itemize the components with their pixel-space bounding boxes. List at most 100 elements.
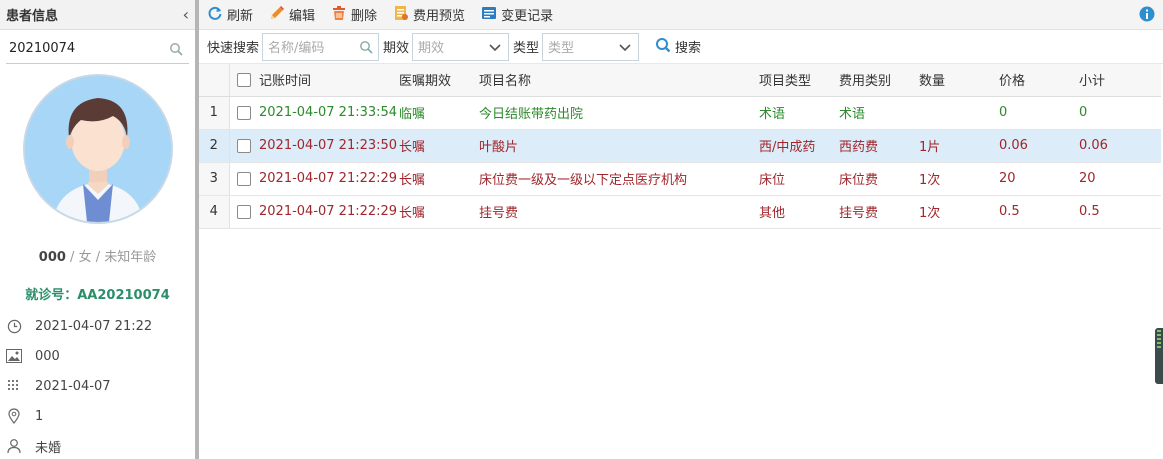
cell-time: 2021-04-07 21:22:29 xyxy=(259,162,399,196)
select-all-checkbox-cell[interactable] xyxy=(229,64,259,97)
cell-price: 0.5 xyxy=(999,195,1079,229)
pencil-icon xyxy=(269,5,289,25)
sidebar-title: 患者信息 xyxy=(6,9,59,24)
patient-sidebar: 患者信息 ‹ 20210074 000 / 女 / 未知年龄 就诊号：AA202… xyxy=(0,0,195,459)
trash-icon xyxy=(331,5,351,25)
column-header[interactable]: 医嘱期效 xyxy=(399,64,479,97)
billing-table: 记账时间 医嘱期效 项目名称 项目类型 费用类别 数量 价格 小计 1 2021… xyxy=(199,64,1161,229)
cell-qty: 1次 xyxy=(919,195,999,229)
fee-preview-label[interactable]: 费用预览 xyxy=(413,5,465,24)
cell-fee: 挂号费 xyxy=(839,195,919,229)
toolbar: 刷新 编辑 删除 费用预览 变更记录 xyxy=(199,0,1163,30)
patient-search-value[interactable]: 20210074 xyxy=(6,41,75,56)
cell-period: 长嘱 xyxy=(399,195,479,229)
chevron-down-icon[interactable] xyxy=(489,41,501,57)
info-row-admit-time: 2021-04-07 21:22 xyxy=(0,311,195,341)
row-checkbox[interactable] xyxy=(237,204,252,219)
change-log-label[interactable]: 变更记录 xyxy=(501,5,553,24)
row-number: 4 xyxy=(199,195,230,229)
cell-subtotal: 20 xyxy=(1079,162,1161,196)
filter-bar: 快速搜索 名称/编码 期效 期效 类型 类型 搜索 xyxy=(199,30,1163,64)
row-checkbox-cell[interactable] xyxy=(229,96,259,130)
visit-number: 就诊号：AA20210074 xyxy=(25,288,170,303)
clock-icon xyxy=(5,317,23,335)
refresh-label[interactable]: 刷新 xyxy=(227,5,253,24)
quick-search-placeholder[interactable]: 名称/编码 xyxy=(268,37,324,56)
row-number: 2 xyxy=(199,129,230,163)
side-scroll-handle[interactable] xyxy=(1155,328,1163,384)
period-select[interactable]: 期效 xyxy=(412,32,510,61)
patient-sex-age: / 女 / 未知年龄 xyxy=(65,250,157,265)
column-header[interactable]: 数量 xyxy=(919,64,999,97)
table-row[interactable]: 1 2021-04-07 21:33:54 临嘱 今日结账带药出院 术语 术语 … xyxy=(199,96,1161,130)
change-log-button[interactable]: 变更记录 xyxy=(481,5,553,25)
table-row[interactable]: 4 2021-04-07 21:22:29 长嘱 挂号费 其他 挂号费 1次 0… xyxy=(199,195,1161,229)
table-row[interactable]: 2 2021-04-07 21:23:50 长嘱 叶酸片 西/中成药 西药费 1… xyxy=(199,129,1161,163)
column-header[interactable]: 项目名称 xyxy=(479,64,759,97)
type-placeholder[interactable]: 类型 xyxy=(548,37,574,56)
delete-label[interactable]: 删除 xyxy=(351,5,377,24)
info-text: 2021-04-07 21:22 xyxy=(35,318,153,334)
edit-label[interactable]: 编辑 xyxy=(289,5,315,24)
info-row-photo: 000 xyxy=(0,341,195,371)
row-checkbox[interactable] xyxy=(237,171,252,186)
table-row[interactable]: 3 2021-04-07 21:22:29 长嘱 床位费一级及一级以下定点医疗机… xyxy=(199,162,1161,196)
collapse-chevron-icon[interactable]: ‹ xyxy=(183,6,189,23)
type-select[interactable]: 类型 xyxy=(542,32,640,61)
cell-price: 0.06 xyxy=(999,129,1079,163)
cell-price: 20 xyxy=(999,162,1079,196)
column-header[interactable]: 记账时间 xyxy=(259,64,399,97)
row-checkbox-cell[interactable] xyxy=(229,129,259,163)
person-icon xyxy=(5,437,23,455)
period-placeholder[interactable]: 期效 xyxy=(418,37,444,56)
cell-type: 西/中成药 xyxy=(759,129,839,163)
fee-preview-button[interactable]: 费用预览 xyxy=(393,5,465,25)
delete-button[interactable]: 删除 xyxy=(331,5,377,25)
fee-preview-icon xyxy=(393,5,413,25)
column-header[interactable]: 项目类型 xyxy=(759,64,839,97)
edit-button[interactable]: 编辑 xyxy=(269,5,315,25)
row-number: 1 xyxy=(199,96,230,130)
row-checkbox-cell[interactable] xyxy=(229,195,259,229)
column-header[interactable]: 费用类别 xyxy=(839,64,919,97)
refresh-button[interactable]: 刷新 xyxy=(207,5,253,25)
cell-period: 长嘱 xyxy=(399,129,479,163)
cell-fee: 床位费 xyxy=(839,162,919,196)
cell-type: 床位 xyxy=(759,162,839,196)
type-label: 类型 xyxy=(513,41,540,56)
change-log-icon xyxy=(481,5,501,25)
search-icon[interactable] xyxy=(359,40,373,58)
info-icon[interactable] xyxy=(1139,6,1155,26)
row-checkbox[interactable] xyxy=(237,105,252,120)
cell-subtotal: 0.5 xyxy=(1079,195,1161,229)
cell-type: 术语 xyxy=(759,96,839,130)
patient-search-input[interactable]: 20210074 xyxy=(6,34,189,64)
quick-search-input[interactable]: 名称/编码 xyxy=(262,32,380,61)
cell-time: 2021-04-07 21:23:50 xyxy=(259,129,399,163)
select-all-checkbox[interactable] xyxy=(237,72,252,87)
info-row-date: 2021-04-07 xyxy=(0,371,195,401)
column-header[interactable]: 小计 xyxy=(1079,64,1161,97)
chevron-down-icon[interactable] xyxy=(619,41,631,57)
cell-qty: 1片 xyxy=(919,129,999,163)
cell-type: 其他 xyxy=(759,195,839,229)
cell-period: 临嘱 xyxy=(399,96,479,130)
main-panel: 刷新 编辑 删除 费用预览 变更记录 快速搜索 名称/编码 期效 期效 类型 类… xyxy=(199,0,1163,459)
sidebar-header: 患者信息 ‹ xyxy=(0,0,195,30)
image-icon xyxy=(5,347,23,365)
search-icon[interactable] xyxy=(169,42,183,60)
column-header[interactable]: 价格 xyxy=(999,64,1079,97)
patient-basic-info: 000 / 女 / 未知年龄 xyxy=(0,246,195,265)
row-checkbox[interactable] xyxy=(237,138,252,153)
row-checkbox-cell[interactable] xyxy=(229,162,259,196)
cell-name: 叶酸片 xyxy=(479,129,759,163)
cell-name: 挂号费 xyxy=(479,195,759,229)
cell-subtotal: 0 xyxy=(1079,96,1161,130)
cell-time: 2021-04-07 21:22:29 xyxy=(259,195,399,229)
period-label: 期效 xyxy=(383,41,410,56)
search-button-label[interactable]: 搜索 xyxy=(675,37,701,56)
search-button[interactable]: 搜索 xyxy=(655,37,701,57)
patient-info-list: 2021-04-07 21:22 000 2021-04-07 1 未婚 xyxy=(0,311,195,459)
search-icon xyxy=(655,37,675,57)
row-number-header xyxy=(199,64,230,97)
